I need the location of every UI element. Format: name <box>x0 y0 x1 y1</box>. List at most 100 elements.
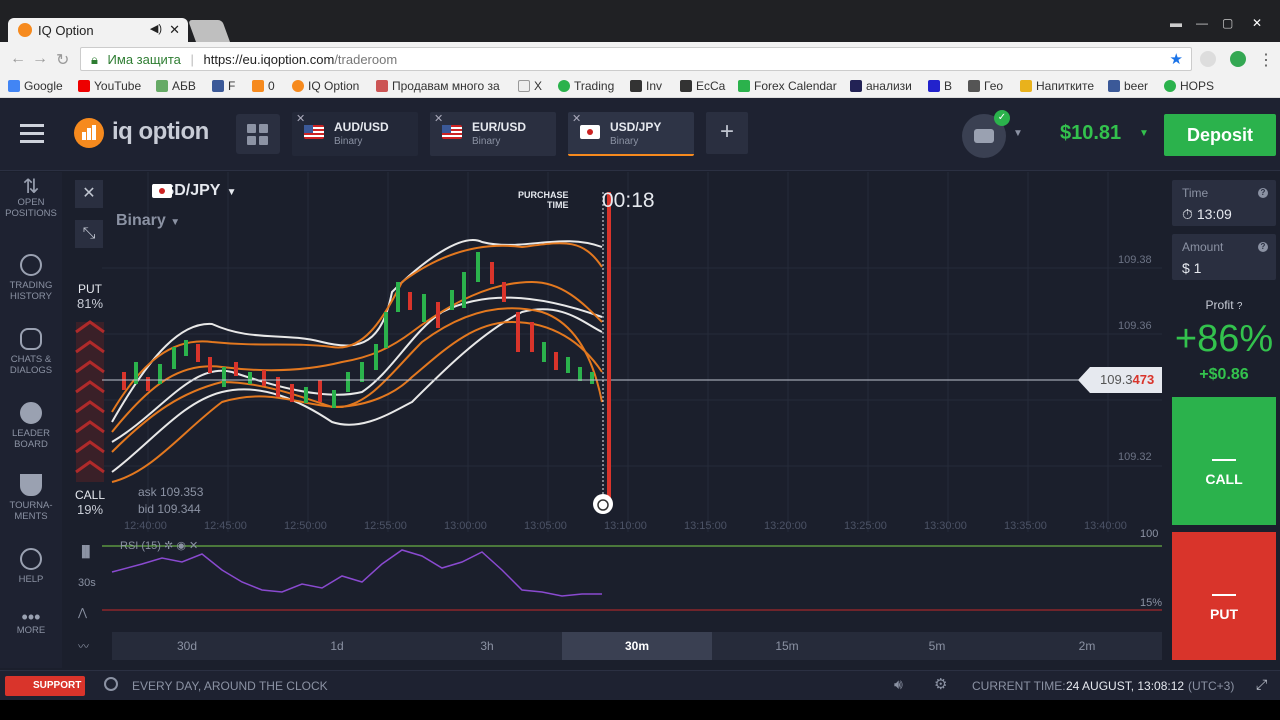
bookmark-x[interactable]: X <box>518 79 542 93</box>
account-balance[interactable]: $10.81 <box>1060 122 1121 145</box>
clock-icon <box>104 677 118 691</box>
sidebar-item-more[interactable]: ••• MORE <box>0 608 62 636</box>
tab-close-icon[interactable]: ✕ <box>169 22 180 38</box>
app-header: iq option ✕ AUD/USD Binary ✕ EUR/USD Bin… <box>0 98 1280 171</box>
timeframe-2m[interactable]: 2m <box>1012 632 1162 660</box>
deposit-button[interactable]: Deposit <box>1164 114 1276 156</box>
help-icon[interactable]: ? <box>1258 188 1268 198</box>
tab-usd-jpy[interactable]: ✕ USD/JPY Binary <box>568 112 694 156</box>
bookmark-napitkite[interactable]: Напитките <box>1020 79 1094 93</box>
put-button[interactable]: PUT <box>1172 532 1276 660</box>
forward-icon[interactable]: → <box>32 50 48 68</box>
time-field[interactable]: Time ? ⏱ 13:09 <box>1172 180 1276 226</box>
sidebar-item-trading-history[interactable]: TRADING HISTORY <box>0 254 62 302</box>
bookmark-inv[interactable]: Inv <box>630 79 662 93</box>
bookmark-youtube[interactable]: YouTube <box>78 79 141 93</box>
price-chart-svg[interactable] <box>62 172 1170 668</box>
draw-tool-icon[interactable]: ⋀ <box>78 606 87 619</box>
add-tab-button[interactable]: + <box>706 112 748 154</box>
sidebar-item-help[interactable]: HELP <box>0 548 62 585</box>
rsi-indicator-label[interactable]: RSI (15) ✲ ◉ ✕ <box>120 539 198 552</box>
timeframe-30d[interactable]: 30d <box>112 632 262 660</box>
tab-close-icon[interactable]: ✕ <box>296 112 305 125</box>
bookmark-zero[interactable]: 0 <box>252 79 275 93</box>
browser-titlebar: IQ Option ◀) ✕ ▬ — ▢ ✕ <box>0 0 1280 42</box>
url-field[interactable]: 🔒︎ Има защита | https://eu.iqoption.com/… <box>80 47 1192 71</box>
bookmark-prodavam[interactable]: Продавам много за <box>376 79 500 93</box>
bookmark-iq-option[interactable]: IQ Option <box>292 79 359 93</box>
x-tick: 13:30:00 <box>924 520 967 532</box>
indicators-icon[interactable]: ▐▌ <box>78 546 94 558</box>
flag-icon <box>152 184 172 198</box>
grammarly-icon[interactable] <box>1230 51 1246 67</box>
new-tab-button[interactable] <box>187 20 231 42</box>
extension-icon[interactable] <box>1200 51 1216 67</box>
asset-grid-button[interactable] <box>236 114 280 154</box>
bookmark-facebook-f[interactable]: F <box>212 79 235 93</box>
menu-icon[interactable]: ⋮ <box>1258 50 1274 70</box>
minimize-icon[interactable]: — <box>1196 16 1208 30</box>
bookmark-forex-calendar[interactable]: Forex Calendar <box>738 79 837 93</box>
tab-kind: Binary <box>610 136 639 147</box>
tab-close-icon[interactable]: ✕ <box>572 112 581 125</box>
option-type-selector[interactable]: Binary ▼ <box>116 212 180 230</box>
sidebar-item-tournaments[interactable]: TOURNA-MENTS <box>0 474 62 522</box>
letterbox <box>0 700 1280 720</box>
chart-type-icon[interactable]: 〰 <box>78 638 89 654</box>
support-hours: EVERY DAY, AROUND THE CLOCK <box>132 679 328 693</box>
speaker-icon[interactable]: ◀) <box>150 22 162 35</box>
tab-eur-usd[interactable]: ✕ EUR/USD Binary <box>430 112 556 156</box>
maximize-icon[interactable]: ▢ <box>1222 16 1233 30</box>
tab-title: IQ Option <box>38 23 94 38</box>
close-chart-icon[interactable]: ✕ <box>75 180 103 208</box>
tab-aud-usd[interactable]: ✕ AUD/USD Binary <box>292 112 418 156</box>
timeframe-30m[interactable]: 30m <box>562 632 712 660</box>
settings-gear-icon[interactable]: ⚙ <box>934 675 947 693</box>
chart-down-icon <box>1212 576 1236 596</box>
secure-label: Има защита <box>107 52 181 67</box>
bookmark-beer[interactable]: beer <box>1108 79 1148 93</box>
sidebar-item-chats[interactable]: CHATS & DIALOGS <box>0 328 62 376</box>
timeframe-3h[interactable]: 3h <box>412 632 562 660</box>
help-icon: ? <box>1236 301 1243 312</box>
back-icon[interactable]: ← <box>10 50 26 68</box>
bookmark-geo[interactable]: Гео <box>968 79 1003 93</box>
x-tick: 13:20:00 <box>764 520 807 532</box>
browser-tab[interactable]: IQ Option ◀) ✕ <box>8 18 188 42</box>
help-icon[interactable]: ? <box>1258 242 1268 252</box>
option-type: Binary <box>116 212 166 229</box>
collapse-icon[interactable]: ⤡ <box>75 220 103 248</box>
reload-icon[interactable]: ↻ <box>56 50 69 70</box>
chart-pair-selector[interactable]: USD/JPY ▼ <box>116 182 237 200</box>
sidebar-item-open-positions[interactable]: ⇅ OPEN POSITIONS <box>0 177 62 219</box>
tab-close-icon[interactable]: ✕ <box>434 112 443 125</box>
amount-field[interactable]: Amount ? $ 1 <box>1172 234 1276 280</box>
call-button[interactable]: CALL <box>1172 397 1276 525</box>
chevron-down-icon[interactable]: ▼ <box>1013 128 1023 139</box>
camera-icon[interactable]: ✓ <box>962 110 1010 158</box>
timeframe-1d[interactable]: 1d <box>262 632 412 660</box>
bookmark-b[interactable]: B <box>928 79 952 93</box>
chevron-down-icon[interactable]: ▼ <box>1139 128 1149 139</box>
purchase-time-countdown: 00:18 <box>602 189 655 212</box>
profile-icon[interactable]: ▬ <box>1170 16 1182 30</box>
fullscreen-icon[interactable]: ⤢ <box>1256 676 1267 693</box>
timeframe-15m[interactable]: 15m <box>712 632 862 660</box>
volume-icon[interactable]: 🔊︎ <box>894 676 903 693</box>
bookmark-analizi[interactable]: анализи <box>850 79 912 93</box>
amount-value: $ 1 <box>1182 260 1202 276</box>
close-window-icon[interactable]: ✕ <box>1252 16 1262 30</box>
timeframe-5m[interactable]: 5m <box>862 632 1012 660</box>
bookmark-star-icon[interactable]: ★ <box>1170 50 1183 68</box>
bookmark-google[interactable]: Google <box>8 79 63 93</box>
bookmark-abv[interactable]: АБВ <box>156 79 196 93</box>
bookmark-hops[interactable]: HOPS <box>1164 79 1214 93</box>
bookmark-trading[interactable]: Trading <box>558 79 614 93</box>
sidebar-item-leader-board[interactable]: LEADER BOARD <box>0 402 62 450</box>
period-label[interactable]: 30s <box>78 577 96 589</box>
support-button[interactable]: SUPPORT <box>5 676 85 696</box>
url-host: https://eu.iqoption.com <box>203 52 335 67</box>
hamburger-menu-icon[interactable] <box>20 124 44 148</box>
bookmark-ecca[interactable]: EcCa <box>680 79 725 93</box>
chart-area[interactable]: ✕ ⤡ USD/JPY ▼ Binary ▼ PURCHASE TIME 00:1… <box>62 172 1170 668</box>
